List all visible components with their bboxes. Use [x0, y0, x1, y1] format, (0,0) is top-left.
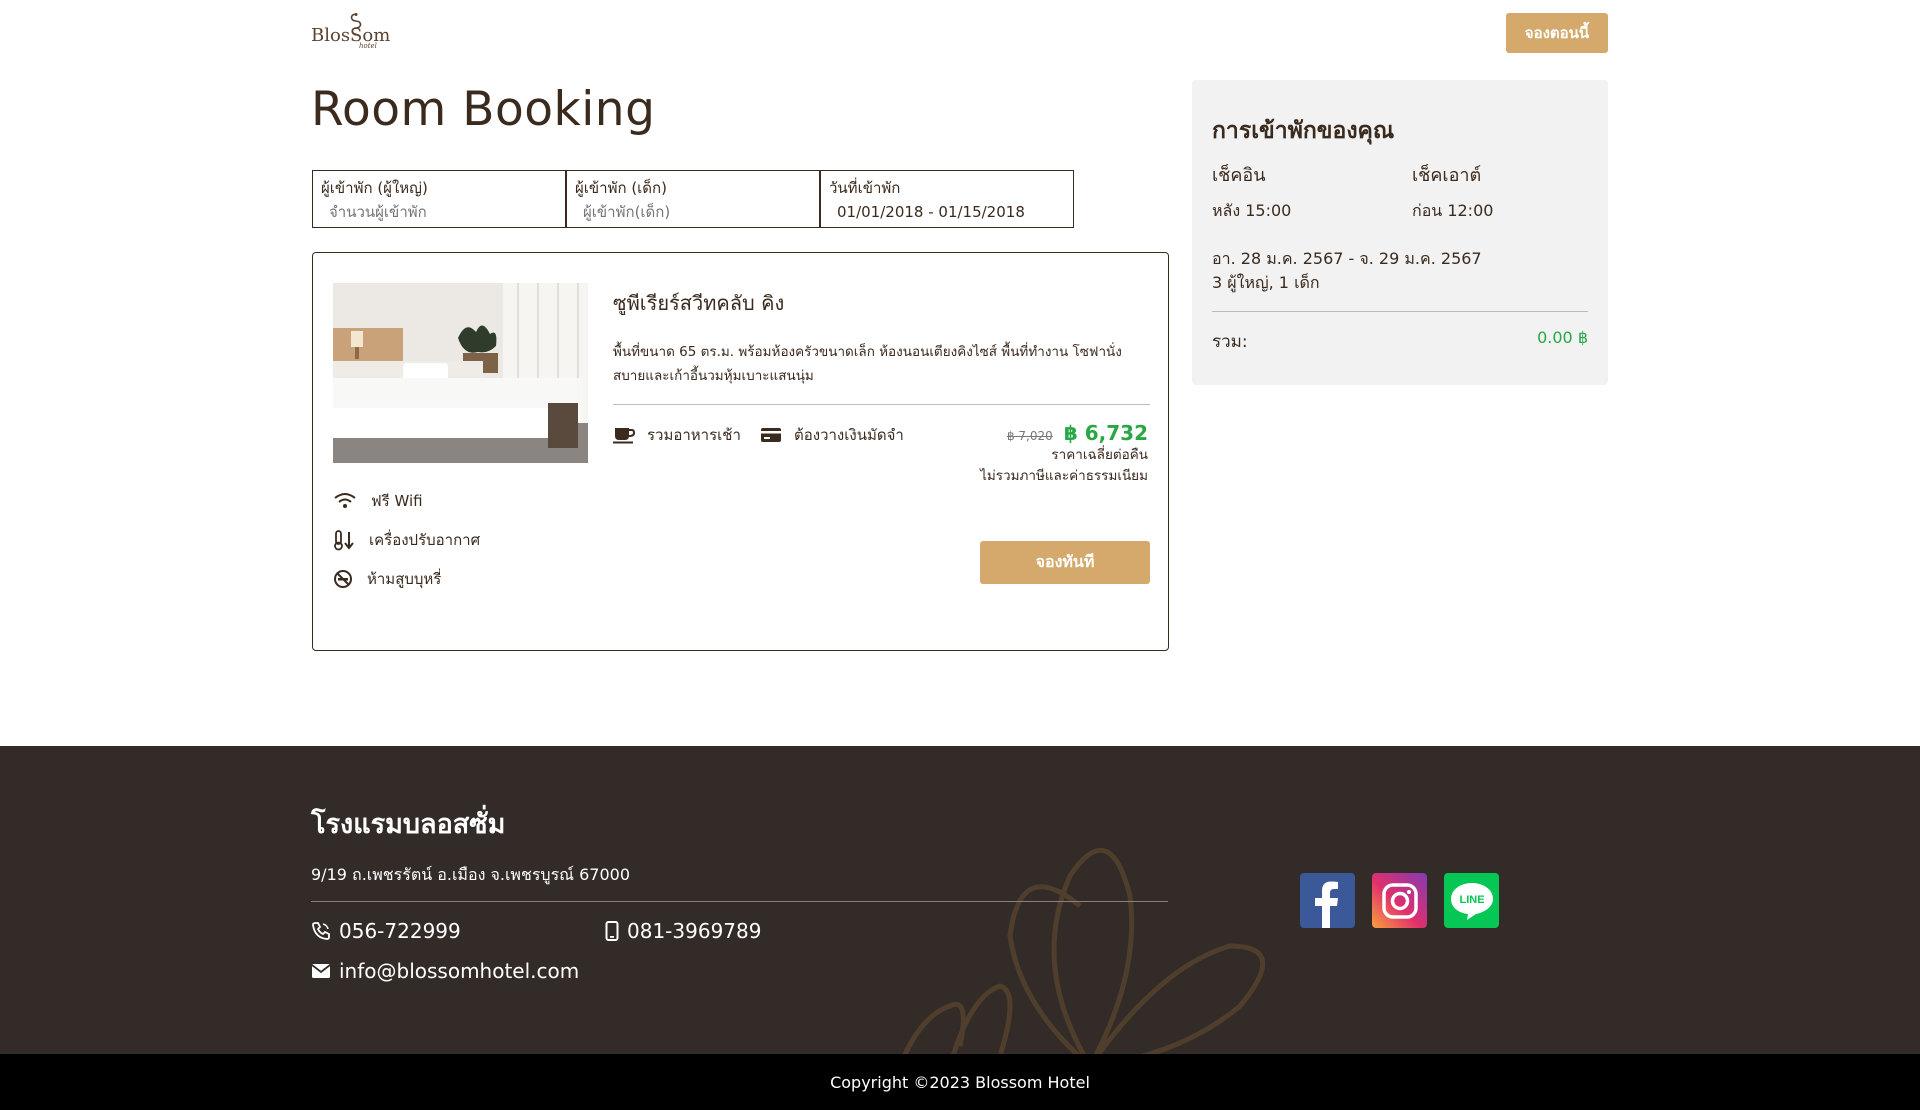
adults-input[interactable] [321, 203, 541, 221]
amenity-no-smoking: ห้ามสูบบุหรี่ [333, 559, 480, 598]
logo-text: BlosSom [311, 25, 391, 46]
amenity-aircon-label: เครื่องปรับอากาศ [369, 530, 481, 549]
checkin-label: เช็คอิน [1212, 165, 1266, 186]
room-name: ซูพีเรียร์สวีทคลับ คิง [613, 291, 785, 315]
hotel-name: โรงแรมบลอสซั่ม [311, 809, 506, 840]
mobile-number: 081-3969789 [627, 919, 762, 943]
amenity-wifi: ฟรี Wifi [333, 481, 480, 520]
checkout-label: เช็คเอาต์ [1412, 165, 1482, 186]
adults-label: ผู้เข้าพัก (ผู้ใหญ่) [321, 179, 428, 197]
page-title: Room Booking [311, 82, 656, 137]
stay-dates: อา. 28 ม.ค. 2567 - จ. 29 ม.ค. 2567 [1212, 249, 1482, 268]
copyright-bar: Copyright ©2023 Blossom Hotel [0, 1054, 1920, 1110]
room-photo[interactable] [333, 283, 588, 463]
phone-number: 056-722999 [339, 919, 461, 943]
old-price: ฿ 7,020 [1006, 429, 1053, 443]
email-icon [311, 964, 331, 978]
footer: โรงแรมบลอสซั่ม 9/19 ถ.เพชรรัตน์ อ.เมือง … [0, 746, 1920, 1054]
total-value: 0.00 ฿ [1537, 328, 1588, 347]
stay-summary: การเข้าพักของคุณ เช็คอิน หลัง 15:00 เช็ค… [1192, 80, 1608, 385]
stay-guests: 3 ผู้ใหญ่, 1 เด็ก [1212, 273, 1320, 292]
room-card: ฟรี Wifi เครื่องปรับอากาศ ห้ามสูบบุหรี่ … [312, 252, 1169, 651]
booking-filters: ผู้เข้าพัก (ผู้ใหญ่) ผู้เข้าพัก (เด็ก) ว… [312, 170, 1074, 228]
facebook-icon [1315, 881, 1338, 928]
children-filter[interactable]: ผู้เข้าพัก (เด็ก) [566, 170, 820, 228]
footer-divider [311, 901, 1168, 902]
amenity-no-smoking-label: ห้ามสูบบุหรี่ [367, 569, 442, 588]
logo-subtext: hotel [359, 42, 377, 50]
no-smoking-icon [334, 569, 352, 588]
checkout-info: เช็คเอาต์ ก่อน 12:00 [1412, 160, 1493, 224]
summary-title: การเข้าพักของคุณ [1212, 118, 1395, 144]
perk-breakfast-label: รวมอาหารเช้า [647, 426, 741, 444]
children-label: ผู้เข้าพัก (เด็ก) [575, 179, 667, 197]
perk-deposit-label: ต้องวางเงินมัดจำ [794, 426, 904, 444]
flower-decoration-icon [902, 847, 1266, 1054]
date-range-input[interactable] [829, 203, 1049, 221]
email-address: info@blossomhotel.com [339, 959, 580, 983]
line-icon: LINE [1450, 882, 1493, 920]
contact-mobile[interactable]: 081-3969789 [605, 919, 761, 943]
room-divider [613, 404, 1150, 405]
checkin-time: หลัง 15:00 [1212, 201, 1292, 220]
hotel-logo[interactable]: BlosSom hotel [311, 12, 391, 52]
line-link[interactable]: LINE [1444, 873, 1499, 928]
header: BlosSom hotel จองตอนนี้ [0, 0, 1920, 70]
date-filter[interactable]: วันที่เข้าพัก [820, 170, 1074, 228]
line-icon-text: LINE [1459, 894, 1484, 906]
price-note-tax: ไม่รวมภาษีและค่าธรรมเนียม [980, 468, 1148, 484]
children-input[interactable] [575, 203, 795, 221]
price-block: ฿ 7,020 ฿ 6,732 ราคาเฉลี่ยต่อคืน ไม่รวมภ… [980, 421, 1148, 487]
coffee-cup-icon [613, 428, 635, 444]
thermometer-icon [334, 529, 354, 550]
total-label: รวม: [1212, 332, 1248, 352]
wifi-icon [334, 492, 356, 508]
date-label: วันที่เข้าพัก [829, 179, 901, 197]
perk-deposit: ต้องวางเงินมัดจำ [760, 423, 904, 447]
contact-email[interactable]: info@blossomhotel.com [311, 959, 579, 983]
price-note-average: ราคาเฉลี่ยต่อคืน [1051, 447, 1148, 463]
room-photo-image [333, 283, 588, 463]
summary-divider [1212, 311, 1588, 312]
mobile-phone-icon [605, 921, 619, 941]
contact-phone[interactable]: 056-722999 [311, 919, 461, 943]
new-price: ฿ 6,732 [1063, 421, 1148, 445]
phone-icon [312, 922, 330, 940]
amenity-wifi-label: ฟรี Wifi [371, 491, 423, 510]
adults-filter[interactable]: ผู้เข้าพัก (ผู้ใหญ่) [312, 170, 566, 228]
hotel-address: 9/19 ถ.เพชรรัตน์ อ.เมือง จ.เพชรบูรณ์ 670… [311, 865, 630, 884]
instagram-icon [1381, 882, 1418, 919]
amenities-list: ฟรี Wifi เครื่องปรับอากาศ ห้ามสูบบุหรี่ [333, 481, 480, 598]
perk-breakfast: รวมอาหารเช้า [613, 423, 741, 447]
facebook-link[interactable] [1300, 873, 1355, 928]
amenity-aircon: เครื่องปรับอากาศ [333, 520, 480, 559]
instagram-link[interactable] [1372, 873, 1427, 928]
book-room-button[interactable]: จองทันที [980, 541, 1150, 584]
credit-card-icon [761, 428, 781, 442]
copyright-text: Copyright ©2023 Blossom Hotel [830, 1072, 1090, 1092]
stay-details: อา. 28 ม.ค. 2567 - จ. 29 ม.ค. 2567 3 ผู้… [1212, 247, 1482, 295]
book-now-header-button[interactable]: จองตอนนี้ [1506, 13, 1608, 53]
checkout-time: ก่อน 12:00 [1412, 201, 1494, 220]
room-description: พื้นที่ขนาด 65 ตร.ม. พร้อมห้องครัวขนาดเล… [613, 344, 1122, 384]
checkin-info: เช็คอิน หลัง 15:00 [1212, 160, 1291, 224]
